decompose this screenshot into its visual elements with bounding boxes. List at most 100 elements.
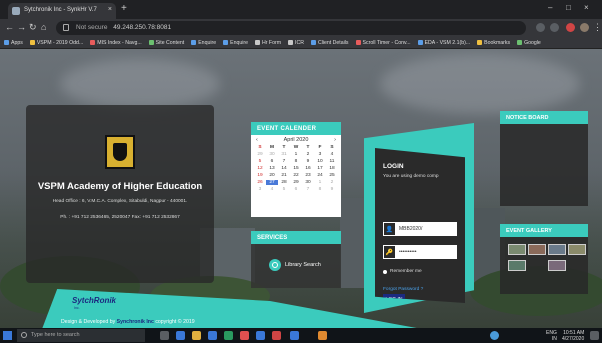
remember-me[interactable]: Remember me	[383, 269, 422, 274]
next-month-icon[interactable]: ›	[334, 137, 336, 143]
calendar-day[interactable]: 1	[290, 152, 302, 157]
calendar-day[interactable]: 26	[254, 180, 266, 185]
copyright-company[interactable]: Synchronik Inc	[117, 319, 154, 325]
bookmark-item[interactable]: Enquire	[191, 40, 216, 46]
windows-start-icon[interactable]	[3, 331, 12, 340]
maximize-icon[interactable]: □	[566, 3, 571, 12]
close-tab-icon[interactable]: ×	[108, 6, 112, 13]
calendar-day[interactable]: 5	[278, 187, 290, 192]
minimize-icon[interactable]: –	[548, 3, 552, 12]
calendar-day[interactable]: 29	[254, 152, 266, 157]
task-view-icon[interactable]	[160, 331, 169, 340]
calendar-day[interactable]: 3	[254, 187, 266, 192]
calendar-day[interactable]: 12	[254, 166, 266, 171]
calendar-day[interactable]: 2	[302, 152, 314, 157]
calendar-day[interactable]: 14	[278, 166, 290, 171]
edge-icon[interactable]	[176, 331, 185, 340]
app-icon[interactable]	[290, 331, 299, 340]
calendar-day[interactable]: 30	[302, 180, 314, 185]
key-icon[interactable]	[536, 23, 545, 32]
calendar-day[interactable]: 20	[266, 173, 278, 178]
forgot-password-link[interactable]: Forgot Password ?	[383, 287, 423, 292]
calendar-day[interactable]: 1	[314, 180, 326, 185]
bookmark-item[interactable]: Site Content	[148, 40, 184, 46]
window-close-icon[interactable]: ×	[584, 3, 589, 12]
password-input[interactable]	[396, 246, 454, 258]
calendar-day[interactable]: 13	[266, 166, 278, 171]
app-icon[interactable]	[256, 331, 265, 340]
bookmark-item[interactable]: Google	[517, 40, 541, 46]
menu-icon[interactable]: ⋮	[593, 22, 602, 33]
calendar-day[interactable]: 30	[266, 152, 278, 157]
calendar-day[interactable]: 8	[314, 187, 326, 192]
calendar-day[interactable]: 9	[302, 159, 314, 164]
calendar-day[interactable]: 27	[266, 180, 278, 185]
back-icon[interactable]: ←	[5, 22, 14, 32]
calendar-day[interactable]: 10	[314, 159, 326, 164]
bookmark-item[interactable]: Client Details	[310, 40, 349, 46]
calendar-day[interactable]: 19	[254, 173, 266, 178]
file-explorer-icon[interactable]	[192, 331, 201, 340]
calendar-day[interactable]: 29	[290, 180, 302, 185]
taskbar-search[interactable]: Type here to search	[17, 329, 145, 342]
bookmark-item[interactable]: ICR	[288, 40, 304, 46]
new-tab-button[interactable]: +	[121, 3, 127, 14]
bookmark-item[interactable]: VSPM - 2019 Odd...	[29, 40, 83, 46]
username-input[interactable]	[396, 223, 454, 235]
app-icon[interactable]	[240, 331, 249, 340]
gallery-thumbnail[interactable]	[508, 260, 526, 271]
browser-tab[interactable]: Sytchronik Inc - SynkHr V.7 ×	[8, 3, 116, 19]
gallery-thumbnail[interactable]	[568, 244, 586, 255]
store-icon[interactable]	[208, 331, 217, 340]
calendar-day[interactable]: 3	[314, 152, 326, 157]
gallery-thumbnail[interactable]	[508, 244, 526, 255]
notification-area-icon[interactable]	[490, 331, 499, 340]
forward-icon[interactable]: →	[17, 22, 26, 32]
clock[interactable]: 10:51 AM 4/27/2020	[562, 330, 584, 342]
gallery-thumbnail[interactable]	[548, 260, 566, 271]
star-icon[interactable]	[550, 23, 559, 32]
calendar-day[interactable]: 4	[266, 187, 278, 192]
bookmark-item[interactable]: Bookmarks	[477, 40, 510, 46]
gallery-thumbnail[interactable]	[528, 244, 546, 255]
calendar-day[interactable]: 2	[326, 180, 338, 185]
calendar-day[interactable]: 6	[290, 187, 302, 192]
app-icon[interactable]	[318, 331, 327, 340]
remember-me-checkbox[interactable]	[383, 269, 387, 274]
calendar-day[interactable]: 9	[326, 187, 338, 192]
calendar-day[interactable]: 21	[278, 173, 290, 178]
calendar-day[interactable]: 6	[266, 159, 278, 164]
url-bar[interactable]: Not secure 49.248.250.78:8081	[56, 21, 526, 35]
bookmark-item[interactable]: Scroll Timer - Conv...	[355, 40, 411, 46]
bookmark-item[interactable]: Apps	[4, 40, 23, 46]
language-indicator[interactable]: ENG IN	[546, 330, 557, 342]
bookmark-item[interactable]: EDA - VSM 2.1(b)...	[417, 40, 470, 46]
calendar-day[interactable]: 31	[278, 152, 290, 157]
calendar-day[interactable]: 8	[290, 159, 302, 164]
home-icon[interactable]: ⌂	[41, 22, 46, 32]
calendar-day[interactable]: 16	[302, 166, 314, 171]
chrome-icon[interactable]	[272, 331, 281, 340]
calendar-day[interactable]: 18	[326, 166, 338, 171]
calendar-day[interactable]: 25	[326, 173, 338, 178]
calendar-day[interactable]: 15	[290, 166, 302, 171]
library-search-link[interactable]: Library Search	[269, 259, 321, 271]
action-center-icon[interactable]	[590, 331, 599, 340]
calendar-day[interactable]: 7	[278, 159, 290, 164]
calendar-day[interactable]: 7	[302, 187, 314, 192]
gallery-thumbnail[interactable]	[548, 244, 566, 255]
calendar-day[interactable]: 24	[314, 173, 326, 178]
calendar-day[interactable]: 23	[302, 173, 314, 178]
bookmark-item[interactable]: Enquire	[223, 40, 248, 46]
calendar-day[interactable]: 5	[254, 159, 266, 164]
calendar-day[interactable]: 11	[326, 159, 338, 164]
extension-icon[interactable]	[566, 23, 575, 32]
reload-icon[interactable]: ↻	[29, 22, 37, 33]
calendar-day[interactable]: 22	[290, 173, 302, 178]
calendar-day[interactable]: 17	[314, 166, 326, 171]
avatar[interactable]	[580, 23, 589, 32]
bookmark-item[interactable]: Hr Form	[255, 40, 281, 46]
app-icon[interactable]	[224, 331, 233, 340]
prev-month-icon[interactable]: ‹	[256, 137, 258, 143]
calendar-day[interactable]: 28	[278, 180, 290, 185]
